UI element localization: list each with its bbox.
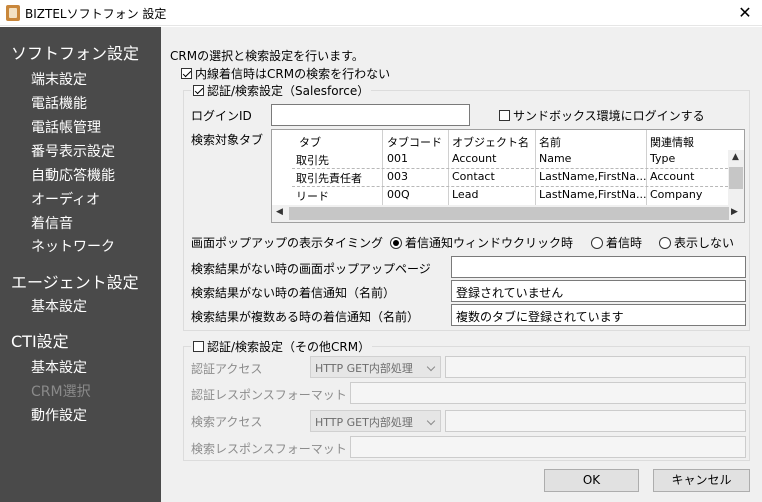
table-cell: Account	[650, 170, 695, 183]
sidebar-item-behavior[interactable]: 動作設定	[31, 405, 87, 425]
sidebar-item-phonebook[interactable]: 電話帳管理	[31, 117, 101, 137]
auth-access-select-value: HTTP GET内部処理	[315, 362, 413, 375]
popup-none-radio[interactable]	[659, 237, 671, 249]
other-crm-enable-checkbox[interactable]	[193, 341, 204, 352]
search-access-select[interactable]: HTTP GET内部処理	[310, 410, 441, 432]
sidebar-item-device[interactable]: 端末設定	[31, 69, 87, 89]
multi-result-notify-input[interactable]: 複数のタブに登録されています	[451, 304, 746, 326]
popup-none-label: 表示しない	[674, 236, 735, 250]
internal-no-search-checkbox[interactable]	[181, 68, 192, 79]
login-id-label: ログインID	[191, 109, 252, 123]
multi-result-notify-label: 検索結果が複数ある時の着信通知（名前）	[191, 310, 420, 324]
sandbox-checkbox[interactable]	[499, 110, 510, 121]
auth-access-url-input[interactable]	[445, 356, 746, 378]
cancel-button[interactable]: キャンセル	[653, 469, 750, 492]
app-icon	[6, 5, 20, 21]
auth-access-select[interactable]: HTTP GET内部処理	[310, 356, 441, 378]
sidebar-item-cti-basic[interactable]: 基本設定	[31, 357, 87, 377]
scroll-right-icon[interactable]: ▶	[731, 207, 738, 217]
other-crm-group-legend[interactable]: 認証/検索設定（その他CRM）	[191, 338, 373, 355]
no-result-page-input[interactable]	[451, 256, 746, 278]
table-cell: Contact	[452, 170, 495, 183]
close-icon[interactable]: ✕	[728, 0, 762, 26]
auth-response-label: 認証レスポンスフォーマット	[191, 388, 347, 402]
chevron-down-icon	[426, 362, 436, 372]
search-response-input[interactable]	[350, 436, 746, 458]
ok-button[interactable]: OK	[544, 469, 639, 492]
column-header[interactable]: オブジェクト名	[449, 134, 535, 150]
no-result-page-label: 検索結果がない時の画面ポップアップページ	[191, 262, 431, 276]
sidebar-item-ringtone[interactable]: 着信音	[31, 213, 73, 233]
table-cell: リード	[296, 190, 329, 203]
search-tabs-label: 検索対象タブ	[191, 133, 264, 147]
table-cell: LastName,FirstNa...	[539, 188, 646, 201]
title-bar: BIZTELソフトフォン 設定 ✕	[0, 0, 762, 26]
search-response-label: 検索レスポンスフォーマット	[191, 442, 347, 456]
sidebar-item-number-display[interactable]: 番号表示設定	[31, 141, 115, 161]
popup-incoming-label: 着信時	[606, 236, 643, 250]
sidebar-heading-softphone: ソフトフォン設定	[11, 44, 140, 63]
table-cell: Company	[650, 188, 703, 201]
popup-click-radio[interactable]	[390, 237, 402, 249]
search-access-label: 検索アクセス	[191, 415, 263, 429]
horizontal-scroll-thumb[interactable]	[289, 207, 729, 220]
scroll-left-icon[interactable]: ◀	[276, 207, 283, 217]
table-cell: 取引先	[296, 154, 329, 167]
popup-option-none[interactable]: 表示しない	[659, 234, 734, 251]
sidebar-item-crm-select[interactable]: CRM選択	[31, 381, 91, 401]
salesforce-enable-checkbox[interactable]	[193, 85, 204, 96]
table-cell: LastName,FirstNa...	[539, 170, 646, 183]
search-tabs-table[interactable]: タブ タブコード オブジェクト名 名前 関連情報 取引先 001 Account…	[271, 129, 745, 223]
table-cell: 00Q	[387, 188, 410, 201]
no-result-notify-label: 検索結果がない時の着信通知（名前）	[191, 286, 396, 300]
sidebar-item-auto-answer[interactable]: 自動応答機能	[31, 165, 115, 185]
table-cell: 001	[387, 152, 408, 165]
sandbox-option[interactable]: サンドボックス環境にログインする	[499, 107, 705, 124]
internal-no-search-option[interactable]: 内線着信時はCRMの検索を行わない	[181, 65, 390, 82]
popup-timing-label: 画面ポップアップの表示タイミング	[191, 236, 384, 250]
popup-click-label: 着信通知ウィンドウクリック時	[405, 236, 574, 250]
scroll-up-icon[interactable]: ▲	[732, 152, 739, 162]
column-header[interactable]: 関連情報	[647, 134, 727, 150]
internal-no-search-label: 内線着信時はCRMの検索を行わない	[195, 67, 391, 81]
sidebar-item-audio[interactable]: オーディオ	[31, 189, 100, 209]
sidebar-heading-cti: CTI設定	[11, 332, 69, 351]
table-cell: Name	[539, 152, 572, 165]
column-header[interactable]: タブコード	[384, 134, 448, 150]
sidebar-item-phone-function[interactable]: 電話機能	[31, 93, 87, 113]
settings-panel: CRMの選択と検索設定を行います。 内線着信時はCRMの検索を行わない 認証/検…	[161, 27, 762, 502]
page-description: CRMの選択と検索設定を行います。	[170, 49, 364, 63]
search-access-select-value: HTTP GET内部処理	[315, 416, 413, 429]
other-crm-group-title: 認証/検索設定（その他CRM）	[207, 340, 371, 354]
table-cell: 取引先責任者	[296, 172, 362, 185]
sandbox-label: サンドボックス環境にログインする	[513, 109, 705, 123]
salesforce-group-legend[interactable]: 認証/検索設定（Salesforce）	[191, 82, 372, 99]
column-header[interactable]: 名前	[536, 134, 646, 150]
row-divider	[292, 186, 728, 187]
table-cell: Account	[452, 152, 497, 165]
row-divider	[292, 168, 728, 169]
popup-option-click[interactable]: 着信通知ウィンドウクリック時	[390, 234, 573, 251]
sidebar-item-network[interactable]: ネットワーク	[31, 236, 115, 256]
table-cell: Lead	[452, 188, 479, 201]
table-horizontal-scrollbar[interactable]: ◀ ▶	[272, 205, 744, 222]
auth-access-label: 認証アクセス	[191, 362, 263, 376]
no-result-notify-input[interactable]: 登録されていません	[451, 280, 746, 302]
search-access-url-input[interactable]	[445, 410, 746, 432]
sidebar: ソフトフォン設定 端末設定 電話機能 電話帳管理 番号表示設定 自動応答機能 オ…	[0, 27, 161, 502]
sidebar-heading-agent: エージェント設定	[11, 273, 139, 292]
auth-response-input[interactable]	[350, 382, 746, 404]
vertical-scroll-thumb[interactable]	[729, 167, 743, 189]
login-id-input[interactable]	[271, 104, 470, 126]
chevron-down-icon	[426, 416, 436, 426]
sidebar-item-agent-basic[interactable]: 基本設定	[31, 296, 87, 316]
popup-incoming-radio[interactable]	[591, 237, 603, 249]
column-header[interactable]: タブ	[296, 134, 382, 150]
table-cell: Type	[650, 152, 676, 165]
table-cell: 003	[387, 170, 408, 183]
window-title: BIZTELソフトフォン 設定	[25, 7, 167, 21]
salesforce-group-title: 認証/検索設定（Salesforce）	[207, 84, 370, 98]
popup-option-incoming[interactable]: 着信時	[591, 234, 642, 251]
table-vertical-scrollbar[interactable]: ▲	[728, 150, 744, 205]
